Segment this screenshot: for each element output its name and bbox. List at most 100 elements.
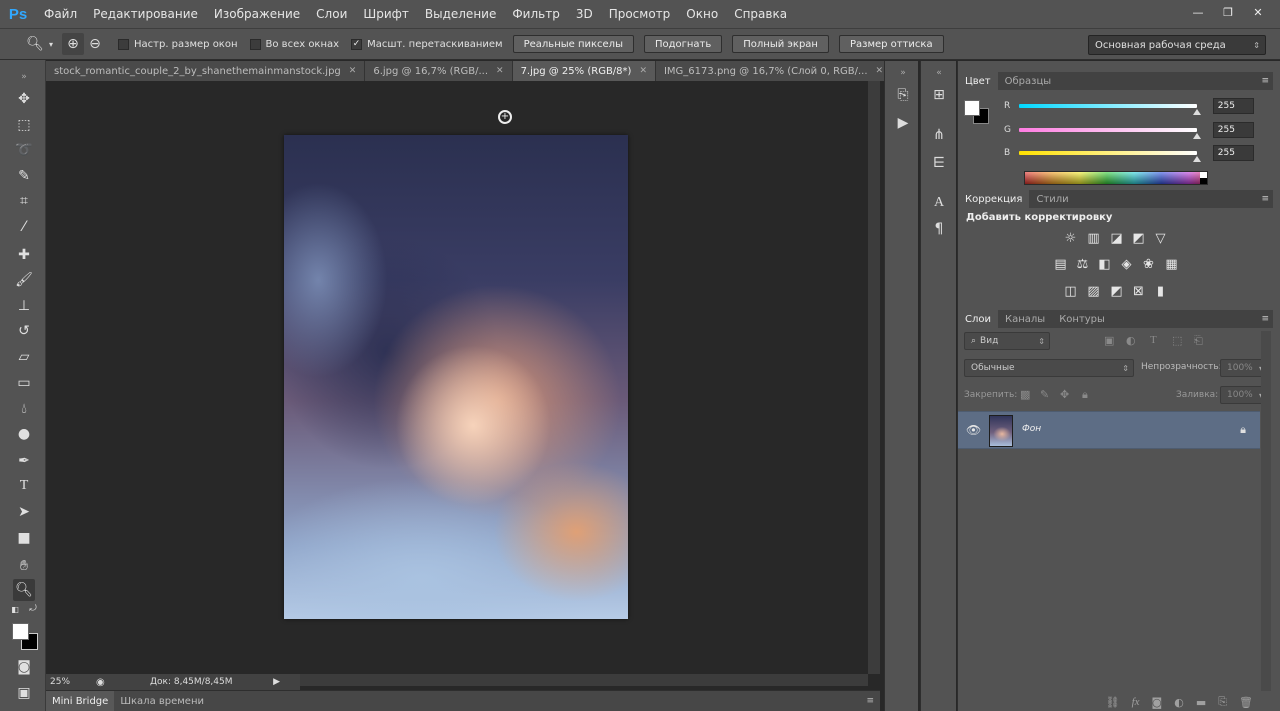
- fill-screen-button[interactable]: Полный экран: [732, 35, 829, 53]
- document-tab[interactable]: stock_romantic_couple_2_by_shanethemainm…: [46, 61, 366, 81]
- tab-styles[interactable]: Стили: [1029, 190, 1075, 208]
- red-value-field[interactable]: 255: [1212, 98, 1254, 114]
- document-tab[interactable]: IMG_6173.png @ 16,7% (Слой 0, RGB/... ✕: [655, 61, 893, 81]
- navigator-panel-icon[interactable]: ⊞: [929, 85, 949, 105]
- close-icon[interactable]: ✕: [496, 66, 504, 76]
- close-icon[interactable]: ✕: [1246, 3, 1270, 21]
- panel-menu-icon[interactable]: ≡: [866, 696, 874, 706]
- status-info-icon[interactable]: ◉: [96, 677, 105, 688]
- clone-stamp-tool-icon[interactable]: ⊥: [13, 295, 35, 317]
- panel-menu-icon[interactable]: ≡: [1261, 194, 1269, 204]
- history-panel-icon[interactable]: ⎘: [893, 85, 913, 105]
- menu-file[interactable]: Файл: [36, 0, 85, 28]
- invert-icon[interactable]: ◫: [1062, 283, 1079, 300]
- actual-pixels-button[interactable]: Реальные пикселы: [512, 35, 634, 53]
- default-colors-icon[interactable]: ◧: [9, 603, 21, 615]
- color-balance-icon[interactable]: ⚖︎: [1074, 256, 1091, 273]
- menu-select[interactable]: Выделение: [417, 0, 504, 28]
- crop-tool-icon[interactable]: ⌗: [13, 190, 35, 212]
- levels-icon[interactable]: ▥: [1085, 230, 1102, 247]
- brush-settings-icon[interactable]: ⋿: [929, 153, 949, 173]
- gradient-tool-icon[interactable]: ▭: [13, 372, 35, 394]
- scrubby-zoom-checkbox[interactable]: ✓ Масшт. перетаскиванием: [351, 38, 503, 50]
- collapse-icon[interactable]: »: [893, 63, 913, 83]
- quick-selection-tool-icon[interactable]: ✎: [13, 165, 35, 187]
- tab-layers[interactable]: Слои: [958, 310, 998, 328]
- path-selection-tool-icon[interactable]: ➤: [13, 501, 35, 523]
- menu-type[interactable]: Шрифт: [355, 0, 417, 28]
- vibrance-icon[interactable]: ▽: [1152, 230, 1169, 247]
- restore-icon[interactable]: ❐: [1216, 3, 1240, 21]
- layers-scrollbar[interactable]: [1261, 331, 1271, 691]
- vertical-scrollbar[interactable]: [868, 81, 880, 674]
- brush-tool-icon[interactable]: 🖌︎: [13, 269, 35, 291]
- slider-knob[interactable]: [1192, 156, 1201, 162]
- type-tool-icon[interactable]: T: [13, 475, 35, 497]
- tab-timeline[interactable]: Шкала времени: [114, 691, 210, 711]
- print-size-button[interactable]: Размер оттиска: [838, 35, 944, 53]
- document-canvas-area[interactable]: +: [46, 81, 868, 674]
- add-mask-icon[interactable]: ◙: [1152, 696, 1163, 709]
- threshold-icon[interactable]: ◩: [1108, 283, 1125, 300]
- swap-colors-icon[interactable]: ⤾: [27, 603, 39, 615]
- zoom-tool-icon[interactable]: 🔍︎: [13, 579, 35, 601]
- panel-menu-icon[interactable]: ≡: [1261, 76, 1269, 86]
- character-panel-icon[interactable]: A: [929, 193, 949, 213]
- menu-edit[interactable]: Редактирование: [85, 0, 206, 28]
- new-adjustment-icon[interactable]: ◐: [1174, 696, 1184, 709]
- lock-icon[interactable]: 🔒︎: [1240, 423, 1246, 437]
- close-icon[interactable]: ✕: [349, 66, 357, 76]
- selective-color-icon[interactable]: ⊠: [1130, 283, 1147, 300]
- document-image-clouds[interactable]: [284, 135, 628, 619]
- menu-filter[interactable]: Фильтр: [504, 0, 567, 28]
- move-tool-icon[interactable]: ✥: [13, 88, 35, 110]
- trash-icon[interactable]: 🗑︎: [1239, 696, 1253, 709]
- lasso-tool-icon[interactable]: ➰: [13, 139, 35, 161]
- shape-layer-filter-icon[interactable]: ⬚: [1172, 334, 1182, 347]
- menu-3d[interactable]: 3D: [568, 0, 601, 28]
- checkbox-box[interactable]: [118, 38, 129, 50]
- healing-brush-tool-icon[interactable]: ✚: [13, 244, 35, 266]
- menu-help[interactable]: Справка: [726, 0, 795, 28]
- close-icon[interactable]: ✕: [876, 66, 884, 76]
- tab-swatches[interactable]: Образцы: [998, 72, 1059, 90]
- layer-filter-select[interactable]: ⌕ Вид ⇕: [964, 332, 1050, 350]
- dodge-tool-icon[interactable]: ●: [13, 423, 35, 445]
- blend-mode-select[interactable]: Обычные ⇕: [964, 359, 1134, 377]
- workspace-select[interactable]: Основная рабочая среда ⇕: [1088, 35, 1266, 55]
- quick-mask-icon[interactable]: ◙: [13, 656, 35, 678]
- fit-screen-button[interactable]: Подогнать: [643, 35, 723, 53]
- tab-channels[interactable]: Каналы: [998, 310, 1052, 328]
- brush-presets-icon[interactable]: ⋔: [929, 125, 949, 145]
- smart-object-filter-icon[interactable]: ⎗: [1194, 334, 1203, 348]
- zoom-in-icon[interactable]: ⊕: [62, 33, 84, 55]
- green-slider[interactable]: [1018, 128, 1201, 139]
- exposure-icon[interactable]: ◩: [1130, 230, 1147, 247]
- adjustment-layer-filter-icon[interactable]: ◐: [1126, 334, 1136, 347]
- actions-play-icon[interactable]: ▶: [893, 113, 913, 133]
- blur-tool-icon[interactable]: 💧︎: [13, 398, 35, 420]
- tab-mini-bridge[interactable]: Mini Bridge: [46, 690, 115, 711]
- menu-layers[interactable]: Слои: [308, 0, 355, 28]
- horizontal-scrollbar[interactable]: [300, 674, 868, 686]
- fx-icon[interactable]: fx: [1132, 696, 1140, 708]
- pen-tool-icon[interactable]: ✒: [13, 450, 35, 472]
- tab-paths[interactable]: Контуры: [1052, 310, 1112, 328]
- type-layer-filter-icon[interactable]: T: [1150, 334, 1157, 346]
- blue-slider[interactable]: [1018, 151, 1201, 162]
- color-lookup-icon[interactable]: ▦: [1163, 256, 1180, 273]
- close-icon[interactable]: ✕: [639, 66, 647, 76]
- eraser-tool-icon[interactable]: ▱: [13, 346, 35, 368]
- zoom-level[interactable]: 25%: [46, 677, 86, 687]
- hand-tool-icon[interactable]: ✋︎: [13, 555, 35, 577]
- lock-position-icon[interactable]: ✥: [1060, 388, 1069, 401]
- resize-windows-checkbox[interactable]: Настр. размер окон: [118, 38, 238, 50]
- brightness-contrast-icon[interactable]: ☼: [1062, 230, 1079, 247]
- layer-name[interactable]: Фон: [1022, 424, 1041, 434]
- channel-mixer-icon[interactable]: ❀: [1140, 256, 1157, 273]
- hue-saturation-icon[interactable]: ▤: [1052, 256, 1069, 273]
- minimize-icon[interactable]: —: [1186, 3, 1210, 21]
- paragraph-panel-icon[interactable]: ¶: [929, 219, 949, 239]
- collapse-icon[interactable]: «: [929, 63, 949, 83]
- curves-icon[interactable]: ◪: [1108, 230, 1125, 247]
